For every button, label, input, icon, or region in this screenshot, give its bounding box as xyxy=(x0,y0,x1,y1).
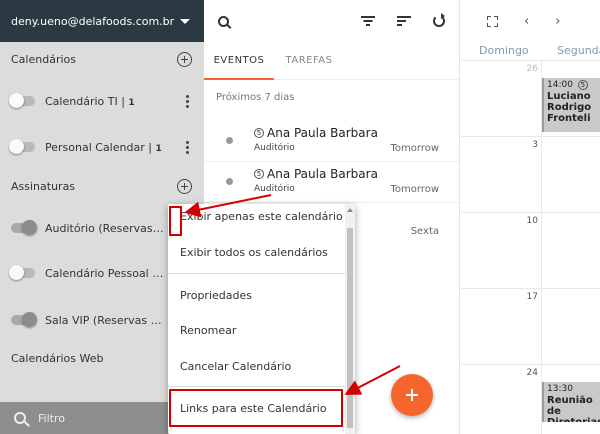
week-row: 26 xyxy=(461,60,600,74)
event-badge: 5 xyxy=(254,169,264,179)
filter-icon[interactable] xyxy=(361,16,375,26)
day-number[interactable]: 17 xyxy=(527,292,538,302)
event-location: Auditório xyxy=(254,143,295,153)
event-title: Luciano Rodrigo Fronteli xyxy=(547,91,592,124)
calendar-name: Calendário TI xyxy=(45,94,118,108)
subscription-name: Calendário Pessoal ( <p... xyxy=(45,266,164,280)
event-list-item[interactable]: 5 Ana Paula Barbara Auditório Tomorrow xyxy=(204,122,459,162)
subscription-name: Auditório (Reservas Delafoods) xyxy=(45,221,164,235)
event-badge: 5 xyxy=(577,80,588,90)
event-when: Tomorrow xyxy=(390,143,439,154)
menu-item-show-all[interactable]: Exibir todos os calendários xyxy=(180,246,328,259)
event-time: 13:30 xyxy=(547,384,573,394)
day-header: Segunda xyxy=(557,44,600,57)
fullscreen-icon[interactable] xyxy=(487,15,498,27)
web-calendars-section-header: Calendários Web xyxy=(11,352,192,365)
more-options-icon[interactable] xyxy=(186,94,190,108)
sort-icon[interactable] xyxy=(397,16,411,26)
calendar-event[interactable]: 13:30 Reunião de Diretorias xyxy=(542,382,600,422)
day-header: Domingo xyxy=(479,44,529,57)
event-title: Ana Paula Barbara xyxy=(267,126,378,140)
event-when: Tomorrow xyxy=(390,184,439,195)
status-dot-icon xyxy=(226,178,233,185)
calendar-toggle[interactable] xyxy=(9,93,35,108)
web-calendars-section-title: Calendários Web xyxy=(11,352,104,365)
annotation-box xyxy=(169,206,182,236)
week-row: 3 xyxy=(461,136,600,150)
subscription-item[interactable]: Auditório (Reservas Delafoods) xyxy=(11,218,164,238)
refresh-icon[interactable] xyxy=(433,13,445,27)
scroll-thumb[interactable] xyxy=(347,228,353,428)
scroll-up-icon[interactable] xyxy=(347,208,353,212)
calendars-section-title: Calendários xyxy=(11,53,76,66)
calendar-count: 1 xyxy=(155,143,162,154)
calendars-section-header: Calendários xyxy=(11,52,192,67)
day-number[interactable]: 24 xyxy=(527,368,538,378)
event-title: Ana Paula Barbara xyxy=(267,167,378,181)
subscription-item[interactable]: Sala VIP (Reservas Delafoods) xyxy=(11,310,164,330)
event-when: Sexta xyxy=(410,226,439,237)
week-row: 10 xyxy=(461,212,600,226)
day-number[interactable]: 10 xyxy=(527,216,538,226)
calendar-item[interactable]: Calendário TI | 1 xyxy=(9,91,190,111)
menu-divider xyxy=(168,386,345,387)
week-row: 17 xyxy=(461,288,600,302)
event-time: 14:00 xyxy=(547,80,573,90)
subscriptions-section-header: Assinaturas xyxy=(11,179,192,194)
tab-bar: EVENTOS TAREFAS xyxy=(204,42,459,80)
caret-down-icon[interactable] xyxy=(180,18,190,24)
account-email: deny.ueno@delafoods.com.br xyxy=(11,14,175,28)
annotation-box xyxy=(169,389,343,427)
menu-scrollbar[interactable] xyxy=(345,204,355,434)
event-location: Auditório xyxy=(254,184,295,194)
event-badge: 5 xyxy=(254,128,264,138)
month-calendar: ‹ › Domingo Segunda 26 3 10 17 24 14:00 … xyxy=(461,0,600,434)
calendar-event[interactable]: 14:00 5 Luciano Rodrigo Fronteli xyxy=(542,78,600,132)
add-subscription-icon[interactable] xyxy=(177,179,192,194)
subscriptions-section-title: Assinaturas xyxy=(11,180,76,193)
menu-item-cancel-calendar[interactable]: Cancelar Calendário xyxy=(180,360,291,373)
event-list-item[interactable]: 5 Ana Paula Barbara Auditório Tomorrow xyxy=(204,163,459,203)
subscription-name: Sala VIP (Reservas Delafoods) xyxy=(45,313,164,327)
calendar-toggle[interactable] xyxy=(9,139,35,154)
week-row: 24 xyxy=(461,364,600,378)
search-icon xyxy=(14,412,26,424)
account-switcher[interactable]: deny.ueno@delafoods.com.br xyxy=(0,0,204,42)
subscription-toggle[interactable] xyxy=(9,265,35,280)
filter-placeholder: Filtro xyxy=(38,411,65,425)
menu-item-rename[interactable]: Renomear xyxy=(180,324,236,337)
chevron-left-icon[interactable]: ‹ xyxy=(524,14,529,29)
chevron-right-icon[interactable]: › xyxy=(555,14,560,29)
calendar-count: 1 xyxy=(128,97,135,108)
subscription-toggle[interactable] xyxy=(11,220,37,235)
search-icon[interactable] xyxy=(218,15,229,27)
status-dot-icon xyxy=(226,137,233,144)
day-number[interactable]: 26 xyxy=(527,64,538,74)
calendar-item[interactable]: Personal Calendar | 1 xyxy=(9,137,190,157)
add-calendar-icon[interactable] xyxy=(177,52,192,67)
menu-divider xyxy=(168,273,345,274)
menu-item-properties[interactable]: Propriedades xyxy=(180,289,252,302)
subscription-toggle[interactable] xyxy=(11,312,37,327)
day-number[interactable]: 3 xyxy=(532,140,538,150)
event-title: Reunião de Diretorias xyxy=(547,395,600,422)
subscription-item[interactable]: Calendário Pessoal ( <p... xyxy=(9,263,164,283)
calendar-name: Personal Calendar xyxy=(45,140,145,154)
add-event-button[interactable] xyxy=(391,374,433,416)
tab-events[interactable]: EVENTOS xyxy=(204,42,274,80)
more-options-icon[interactable] xyxy=(186,140,190,154)
events-toolbar xyxy=(204,0,459,42)
menu-item-show-only-this[interactable]: Exibir apenas este calendário xyxy=(180,210,343,223)
tab-tasks[interactable]: TAREFAS xyxy=(274,42,344,79)
calendar-toolbar: ‹ › xyxy=(461,0,600,42)
date-range-label: Próximos 7 dias xyxy=(216,92,295,103)
